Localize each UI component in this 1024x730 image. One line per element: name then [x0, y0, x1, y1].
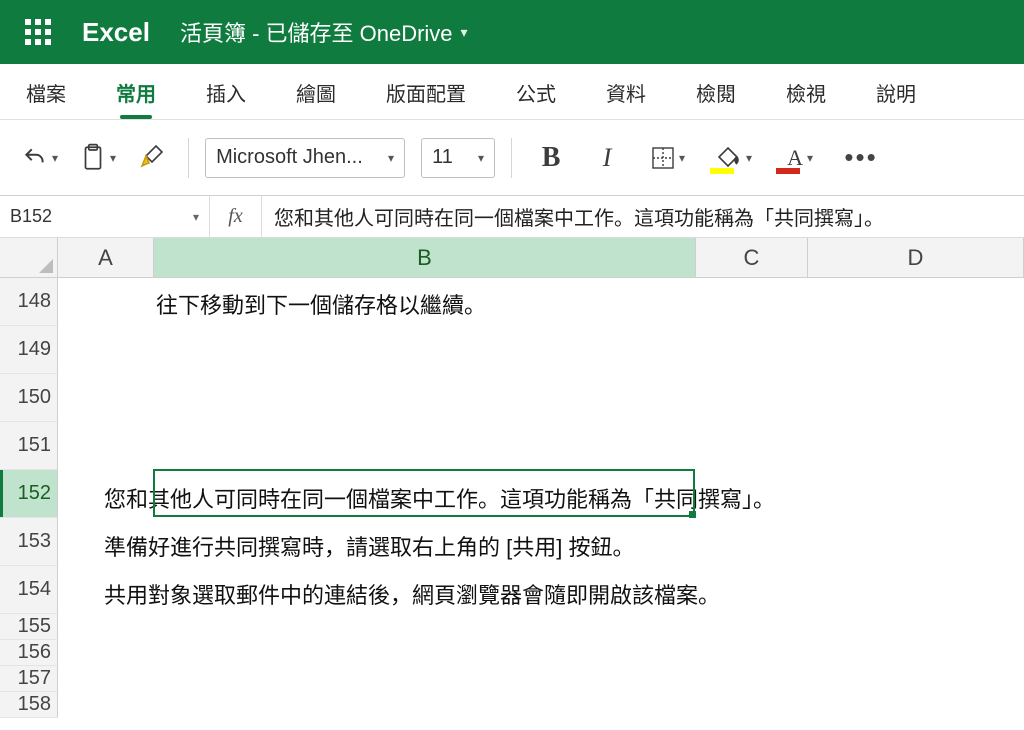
tab-help[interactable]: 說明	[872, 78, 920, 119]
chevron-down-icon: ▾	[110, 151, 116, 165]
name-box-value: B152	[10, 206, 52, 227]
italic-button[interactable]: I	[584, 136, 630, 180]
bold-button[interactable]: B	[528, 136, 574, 180]
column-header-A[interactable]: A	[58, 238, 154, 277]
format-painter-button[interactable]	[132, 136, 172, 180]
column-header-C[interactable]: C	[696, 238, 808, 277]
chevron-down-icon: ▾	[807, 151, 813, 165]
separator	[511, 138, 512, 178]
row-header-158[interactable]: 158	[0, 692, 58, 718]
row-header-149[interactable]: 149	[0, 326, 58, 374]
fill-color-button[interactable]: ▾	[706, 136, 762, 180]
paintbrush-icon	[138, 143, 166, 173]
tab-file[interactable]: 檔案	[22, 78, 70, 119]
tab-draw[interactable]: 繪圖	[292, 78, 340, 119]
chevron-down-icon: ▾	[461, 24, 468, 41]
separator	[188, 138, 189, 178]
name-box[interactable]: B152 ▾	[0, 196, 210, 237]
row-header-148[interactable]: 148	[0, 278, 58, 326]
row-header-153[interactable]: 153	[0, 518, 58, 566]
column-header-D[interactable]: D	[808, 238, 1024, 277]
tab-view[interactable]: 檢視	[782, 78, 830, 119]
document-title-text: 活頁簿 - 已儲存至 OneDrive	[180, 16, 453, 48]
row-header-150[interactable]: 150	[0, 374, 58, 422]
chevron-down-icon: ▾	[193, 210, 199, 224]
italic-icon: I	[603, 143, 612, 173]
row-header-157[interactable]: 157	[0, 666, 58, 692]
font-color-swatch	[776, 168, 800, 174]
tab-page-layout[interactable]: 版面配置	[382, 78, 470, 119]
formula-bar: B152 ▾ fx 您和其他人可同時在同一個檔案中工作。這項功能稱為「共同撰寫」…	[0, 196, 1024, 238]
font-size-select[interactable]: 11 ▾	[421, 138, 495, 178]
ribbon-tabs: 檔案 常用 插入 繪圖 版面配置 公式 資料 檢閱 檢視 說明	[0, 64, 1024, 120]
tab-insert[interactable]: 插入	[202, 78, 250, 119]
cells-row-149[interactable]	[58, 326, 1024, 374]
spreadsheet: A B C D 148 149 150 151 152 153 154 155 …	[0, 238, 1024, 718]
cells-row-156[interactable]	[58, 640, 1024, 666]
title-bar: Excel 活頁簿 - 已儲存至 OneDrive ▾	[0, 0, 1024, 64]
undo-icon	[22, 145, 48, 171]
chevron-down-icon: ▾	[388, 151, 394, 165]
row-header-151[interactable]: 151	[0, 422, 58, 470]
tab-home[interactable]: 常用	[112, 78, 160, 119]
cells-row-155[interactable]	[58, 614, 1024, 640]
column-headers: A B C D	[0, 238, 1024, 278]
cells-row-152[interactable]	[58, 470, 1024, 518]
font-size-value: 11	[432, 146, 453, 169]
cells-row-148[interactable]	[58, 278, 1024, 326]
chevron-down-icon: ▾	[746, 151, 752, 165]
document-title-button[interactable]: 活頁簿 - 已儲存至 OneDrive ▾	[180, 16, 468, 48]
row-header-155[interactable]: 155	[0, 614, 58, 640]
borders-icon	[651, 146, 675, 170]
tab-formulas[interactable]: 公式	[512, 78, 560, 119]
column-header-B[interactable]: B	[154, 238, 696, 277]
tab-data[interactable]: 資料	[602, 78, 650, 119]
row-header-154[interactable]: 154	[0, 566, 58, 614]
row-header-152[interactable]: 152	[0, 470, 58, 518]
app-name: Excel	[82, 17, 150, 48]
cells-row-158[interactable]	[58, 692, 1024, 718]
borders-button[interactable]: ▾	[640, 136, 696, 180]
ellipsis-icon: •••	[844, 142, 877, 173]
cells-row-150[interactable]	[58, 374, 1024, 422]
undo-button[interactable]: ▾	[16, 136, 64, 180]
cells-row-151[interactable]	[58, 422, 1024, 470]
chevron-down-icon: ▾	[679, 151, 685, 165]
formula-bar-input[interactable]: 您和其他人可同時在同一個檔案中工作。這項功能稱為「共同撰寫」。	[262, 196, 1024, 237]
clipboard-icon	[80, 143, 106, 173]
bold-icon: B	[542, 142, 561, 174]
tab-review[interactable]: 檢閱	[692, 78, 740, 119]
fx-label[interactable]: fx	[210, 196, 262, 237]
rows-area: 148 149 150 151 152 153 154 155 156 157 …	[0, 278, 1024, 718]
ribbon-toolbar: ▾ ▾ Microsoft Jhen... ▾ 11 ▾ B I ▾ ▾	[0, 120, 1024, 196]
app-launcher-button[interactable]	[18, 12, 58, 52]
font-family-select[interactable]: Microsoft Jhen... ▾	[205, 138, 405, 178]
paste-button[interactable]: ▾	[74, 136, 122, 180]
cells-row-157[interactable]	[58, 666, 1024, 692]
chevron-down-icon: ▾	[478, 151, 484, 165]
cells-row-154[interactable]	[58, 566, 1024, 614]
font-color-button[interactable]: A ▾	[772, 136, 828, 180]
waffle-icon	[25, 19, 51, 45]
row-header-156[interactable]: 156	[0, 640, 58, 666]
font-family-value: Microsoft Jhen...	[216, 146, 363, 169]
fill-color-swatch	[710, 168, 734, 174]
cells-row-153[interactable]	[58, 518, 1024, 566]
select-all-corner[interactable]	[0, 238, 58, 277]
chevron-down-icon: ▾	[52, 151, 58, 165]
more-commands-button[interactable]: •••	[838, 136, 884, 180]
